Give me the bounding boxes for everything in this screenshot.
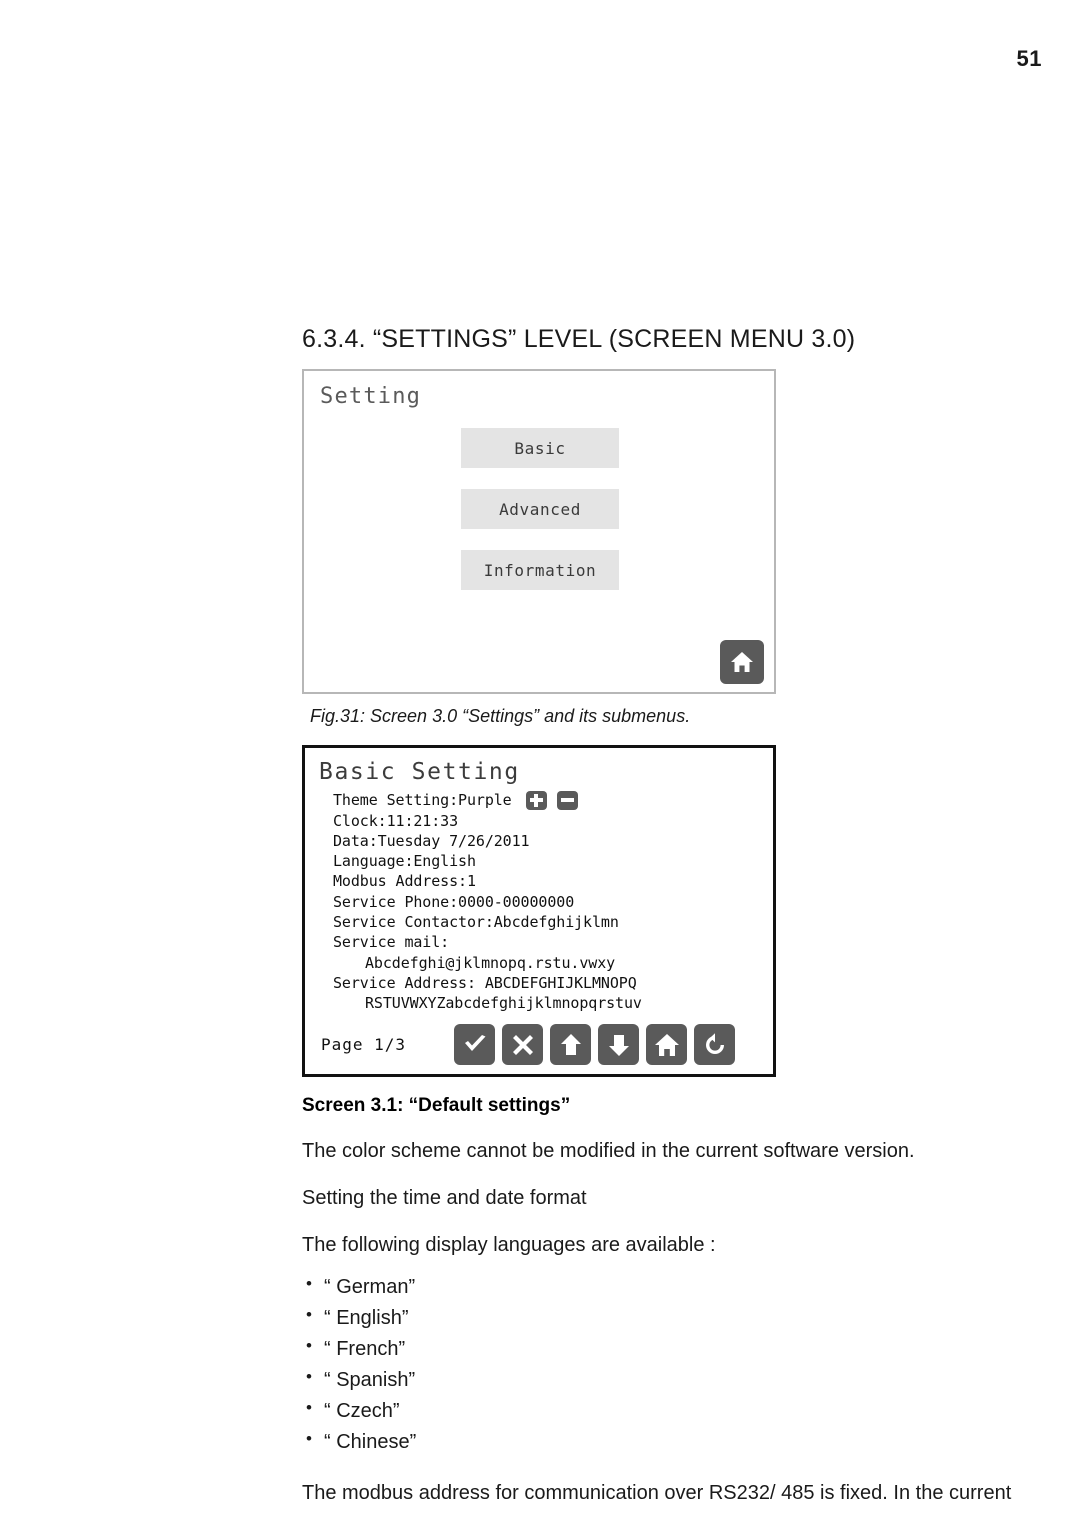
basic-setting-list: Theme Setting:Purple Clock:11:21:33 Data… xyxy=(333,790,759,1013)
paragraph-color-scheme: The color scheme cannot be modified in t… xyxy=(302,1140,915,1162)
screen-3-1-panel: Basic Setting Theme Setting:Purple Clock… xyxy=(302,745,776,1077)
theme-setting-label: Theme Setting:Purple xyxy=(333,791,512,810)
screen-3-1-toolbar xyxy=(454,1024,736,1065)
menu-button-advanced[interactable]: Advanced xyxy=(461,489,619,529)
page-content: 6.3.4. “SETTINGS” LEVEL (SCREEN MENU 3.0… xyxy=(302,325,1018,1505)
service-phone-value: Service Phone:0000-00000000 xyxy=(333,892,575,911)
plus-button[interactable] xyxy=(525,790,547,810)
figure-caption: Fig.31: Screen 3.0 “Settings” and its su… xyxy=(310,706,691,726)
screen-3-0-title: Setting xyxy=(320,384,422,409)
menu-button-information[interactable]: Information xyxy=(461,550,619,590)
page-number: 51 xyxy=(1016,46,1042,71)
date-value: Data:Tuesday 7/26/2011 xyxy=(333,831,530,850)
setting-row: Abcdefghi@jklmnopq.rstu.vwxy xyxy=(333,953,759,973)
setting-row: Service Phone:0000-00000000 xyxy=(333,892,759,912)
screen-3-0-menu-buttons: Basic Advanced Information xyxy=(461,428,621,611)
list-item: “ Chinese” xyxy=(302,1426,1018,1458)
list-item: “ German” xyxy=(302,1271,1018,1303)
arrow-down-icon[interactable] xyxy=(598,1024,640,1065)
modbus-address-value: Modbus Address:1 xyxy=(333,872,476,891)
arrow-up-icon[interactable] xyxy=(550,1024,592,1065)
setting-row: Modbus Address:1 xyxy=(333,871,759,891)
setting-row: Service Address: ABCDEFGHIJKLMNOPQ xyxy=(333,973,759,993)
setting-row: Service mail: xyxy=(333,932,759,952)
screen-3-0-panel: Setting Basic Advanced Information xyxy=(302,369,776,694)
service-address-value-line1: Service Address: ABCDEFGHIJKLMNOPQ xyxy=(333,973,637,992)
service-address-value-line2: RSTUVWXYZabcdefghijklmnopqrstuv xyxy=(365,994,642,1013)
service-contactor-value: Service Contactor:Abcdefghijklmn xyxy=(333,913,619,932)
home-icon[interactable] xyxy=(720,640,764,684)
refresh-icon[interactable] xyxy=(694,1024,736,1065)
language-value: Language:English xyxy=(333,852,476,871)
theme-setting-controls xyxy=(525,790,578,810)
setting-row: Language:English xyxy=(333,851,759,871)
close-icon[interactable] xyxy=(502,1024,544,1065)
screen-3-1-footer: Page 1/3 xyxy=(321,1024,765,1065)
setting-row: RSTUVWXYZabcdefghijklmnopqrstuv xyxy=(333,993,759,1013)
menu-button-basic[interactable]: Basic xyxy=(461,428,619,468)
clock-value: Clock:11:21:33 xyxy=(333,811,459,830)
subheading-screen-3-1: Screen 3.1: “Default settings” xyxy=(302,1095,571,1116)
paragraph-time-date-format: Setting the time and date format xyxy=(302,1187,587,1209)
setting-row: Clock:11:21:33 xyxy=(333,811,759,831)
check-icon[interactable] xyxy=(454,1024,496,1065)
paragraph-modbus-address: The modbus address for communication ove… xyxy=(302,1482,1012,1504)
setting-row: Data:Tuesday 7/26/2011 xyxy=(333,831,759,851)
service-mail-value: Abcdefghi@jklmnopq.rstu.vwxy xyxy=(365,953,616,972)
paragraph-languages-intro: The following display languages are avai… xyxy=(302,1234,716,1256)
minus-button[interactable] xyxy=(556,790,578,810)
list-item: “ English” xyxy=(302,1302,1018,1334)
home-icon[interactable] xyxy=(646,1024,688,1065)
language-list: “ German” “ English” “ French” “ Spanish… xyxy=(302,1271,1018,1458)
list-item: “ Spanish” xyxy=(302,1364,1018,1396)
section-heading: 6.3.4. “SETTINGS” LEVEL (SCREEN MENU 3.0… xyxy=(302,325,856,353)
service-mail-label: Service mail: xyxy=(333,933,450,952)
list-item: “ Czech” xyxy=(302,1395,1018,1427)
setting-row: Service Contactor:Abcdefghijklmn xyxy=(333,912,759,932)
screen-3-1-title: Basic Setting xyxy=(319,759,520,785)
list-item: “ French” xyxy=(302,1333,1018,1365)
page-indicator: Page 1/3 xyxy=(321,1035,407,1054)
setting-row: Theme Setting:Purple xyxy=(333,790,759,810)
